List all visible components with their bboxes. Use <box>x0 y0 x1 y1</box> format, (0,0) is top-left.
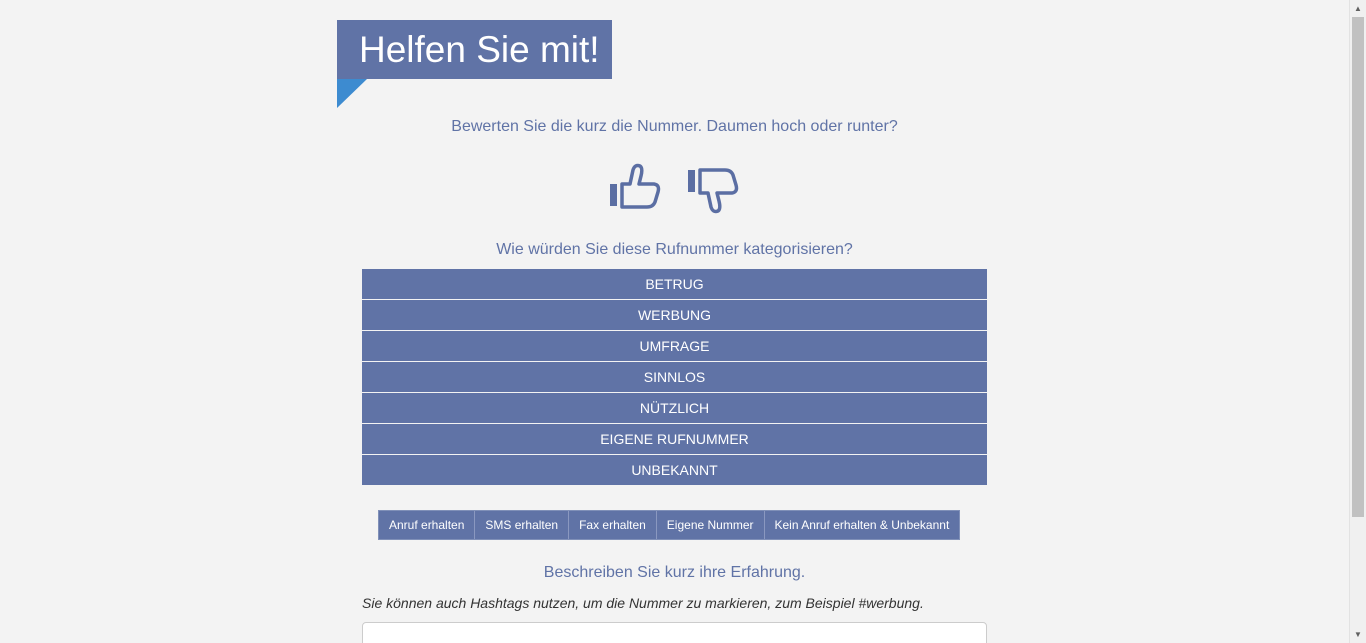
category-button-betrug[interactable]: BETRUG <box>362 269 987 299</box>
experience-textarea[interactable] <box>362 622 987 643</box>
tab-kein-anruf-unbekannt[interactable]: Kein Anruf erhalten & Unbekannt <box>764 511 960 539</box>
hashtag-hint: Sie können auch Hashtags nutzen, um die … <box>362 595 924 611</box>
tab-anruf-erhalten[interactable]: Anruf erhalten <box>379 511 476 539</box>
page: Helfen Sie mit! Bewerten Sie die kurz di… <box>0 0 1366 643</box>
category-list: BETRUG WERBUNG UMFRAGE SINNLOS NÜTZLICH … <box>362 269 987 486</box>
tab-fax-erhalten[interactable]: Fax erhalten <box>569 511 657 539</box>
scroll-down-arrow-icon[interactable]: ▼ <box>1350 626 1366 643</box>
category-button-eigene-rufnummer[interactable]: EIGENE RUFNUMMER <box>362 424 987 454</box>
thumbs-down-icon[interactable] <box>686 162 740 216</box>
category-button-nuetzlich[interactable]: NÜTZLICH <box>362 393 987 423</box>
rating-question: Bewerten Sie die kurz die Nummer. Daumen… <box>451 118 898 135</box>
tab-eigene-nummer[interactable]: Eigene Nummer <box>656 511 765 539</box>
vertical-scrollbar[interactable]: ▲ ▼ <box>1349 0 1366 643</box>
experience-question: Beschreiben Sie kurz ihre Erfahrung. <box>543 564 806 581</box>
contact-type-tabs: Anruf erhalten SMS erhalten Fax erhalten… <box>378 510 961 540</box>
tab-sms-erhalten[interactable]: SMS erhalten <box>475 511 570 539</box>
category-button-sinnlos[interactable]: SINNLOS <box>362 362 987 392</box>
scrollbar-thumb[interactable] <box>1352 17 1364 517</box>
category-button-umfrage[interactable]: UMFRAGE <box>362 331 987 361</box>
category-button-unbekannt[interactable]: UNBEKANNT <box>362 455 987 485</box>
category-question: Wie würden Sie diese Rufnummer kategoris… <box>496 241 853 258</box>
ribbon-fold-decoration <box>337 79 367 108</box>
thumbs-up-icon[interactable] <box>608 162 662 216</box>
category-button-werbung[interactable]: WERBUNG <box>362 300 987 330</box>
page-title: Helfen Sie mit! <box>337 20 612 79</box>
scroll-up-arrow-icon[interactable]: ▲ <box>1350 0 1366 17</box>
